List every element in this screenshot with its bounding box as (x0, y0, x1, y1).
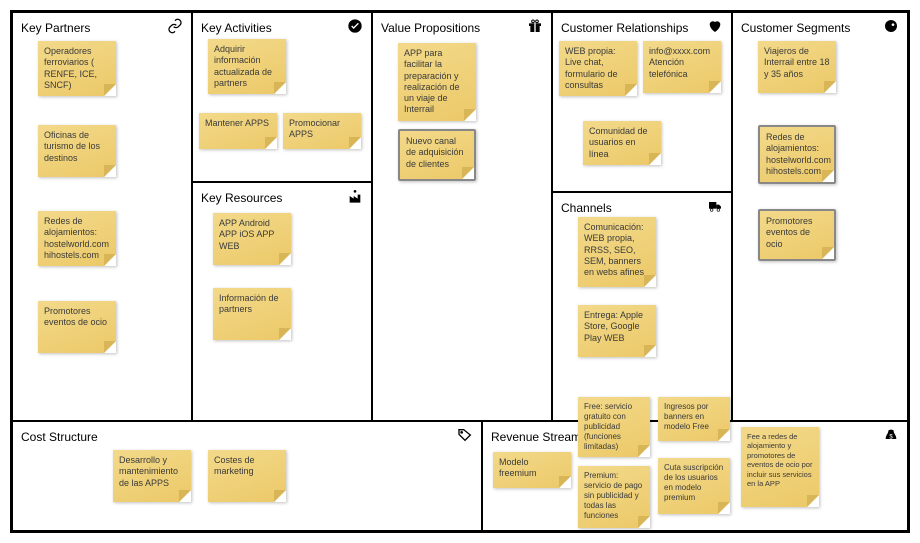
sticky-note[interactable]: Información de partners (213, 288, 291, 340)
factory-icon (347, 188, 363, 207)
sticky-note[interactable]: Promocionar APPS (283, 113, 361, 149)
block-cost-structure: Cost Structure Desarrollo y mantenimient… (12, 421, 482, 531)
sticky-note[interactable]: Mantener APPS (199, 113, 277, 149)
sticky-note[interactable]: Modelo freemium (493, 452, 571, 488)
user-icon (883, 18, 899, 37)
link-icon (167, 18, 183, 37)
block-title: Key Resources (201, 191, 282, 205)
sticky-note[interactable]: Comunicación: WEB propia, RRSS, SEO, SEM… (578, 217, 656, 287)
business-model-canvas: Key Partners Operadores ferroviarios ( R… (10, 10, 910, 533)
sticky-note-framed[interactable]: Promotores eventos de ocio (758, 209, 836, 261)
gift-icon (527, 18, 543, 37)
sticky-note[interactable]: WEB propia: Live chat, formulario de con… (559, 41, 637, 96)
block-title: Cost Structure (21, 430, 98, 444)
heart-icon (707, 18, 723, 37)
sticky-note[interactable]: Costes de marketing (208, 450, 286, 502)
block-title: Key Partners (21, 21, 90, 35)
block-customer-relationships: Customer Relationships WEB propia: Live … (552, 12, 732, 192)
money-icon: $ (883, 427, 899, 446)
sticky-note[interactable]: Fee a redes de alojamiento y promotores … (741, 427, 819, 507)
block-key-partners: Key Partners Operadores ferroviarios ( R… (12, 12, 192, 421)
block-customer-segments: Customer Segments Viajeros de Interrail … (732, 12, 908, 421)
sticky-note[interactable]: Oficinas de turismo de los destinos (38, 125, 116, 177)
block-title: Channels (561, 201, 612, 215)
block-title: Customer Segments (741, 21, 850, 35)
truck-icon (707, 198, 723, 217)
sticky-note[interactable]: Cuta suscripción de los usuarios en mode… (658, 458, 730, 514)
sticky-note[interactable]: Redes de alojamientos: hostelworld.com h… (38, 211, 116, 266)
sticky-note-framed[interactable]: Redes de alojamientos: hostelworld.com h… (758, 125, 836, 184)
block-title: Key Activities (201, 21, 272, 35)
sticky-note[interactable]: Desarrollo y mantenimiento de las APPS (113, 450, 191, 502)
block-value-propositions: Value Propositions APP para facilitar la… (372, 12, 552, 421)
sticky-note[interactable]: Entrega: Apple Store, Google Play WEB (578, 305, 656, 357)
sticky-note[interactable]: Comunidad de usuarios en línea (583, 121, 661, 165)
tag-icon (457, 427, 473, 446)
sticky-note[interactable]: Promotores eventos de ocio (38, 301, 116, 353)
sticky-note[interactable]: APP Android APP iOS APP WEB (213, 213, 291, 265)
block-key-resources: Key Resources APP Android APP iOS APP WE… (192, 182, 372, 421)
block-key-activities: Key Activities Adquirir información actu… (192, 12, 372, 182)
sticky-note[interactable]: Premium: servicio de pago sin publicidad… (578, 466, 650, 528)
sticky-note[interactable]: Viajeros de Interrail entre 18 y 35 años (758, 41, 836, 93)
block-revenue-streams: Revenue Streams $ Modelo freemium Free: … (482, 421, 908, 531)
sticky-note[interactable]: Adquirir información actualizada de part… (208, 39, 286, 94)
block-title: Customer Relationships (561, 21, 688, 35)
block-channels: Channels Comunicación: WEB propia, RRSS,… (552, 192, 732, 421)
sticky-note-framed[interactable]: Nuevo canal de adquisición de clientes (398, 129, 476, 181)
check-icon (347, 18, 363, 37)
sticky-note[interactable]: APP para facilitar la preparación y real… (398, 43, 476, 121)
sticky-note[interactable]: Ingresos por banners en modelo Free (658, 397, 730, 441)
sticky-note[interactable]: info@xxxx.com Atención telefónica (643, 41, 721, 93)
block-title: Value Propositions (381, 21, 480, 35)
sticky-note[interactable]: Free: servicio gratuito con publicidad (… (578, 397, 650, 457)
sticky-note[interactable]: Operadores ferroviarios ( RENFE, ICE, SN… (38, 41, 116, 96)
block-title: Revenue Streams (491, 430, 587, 444)
